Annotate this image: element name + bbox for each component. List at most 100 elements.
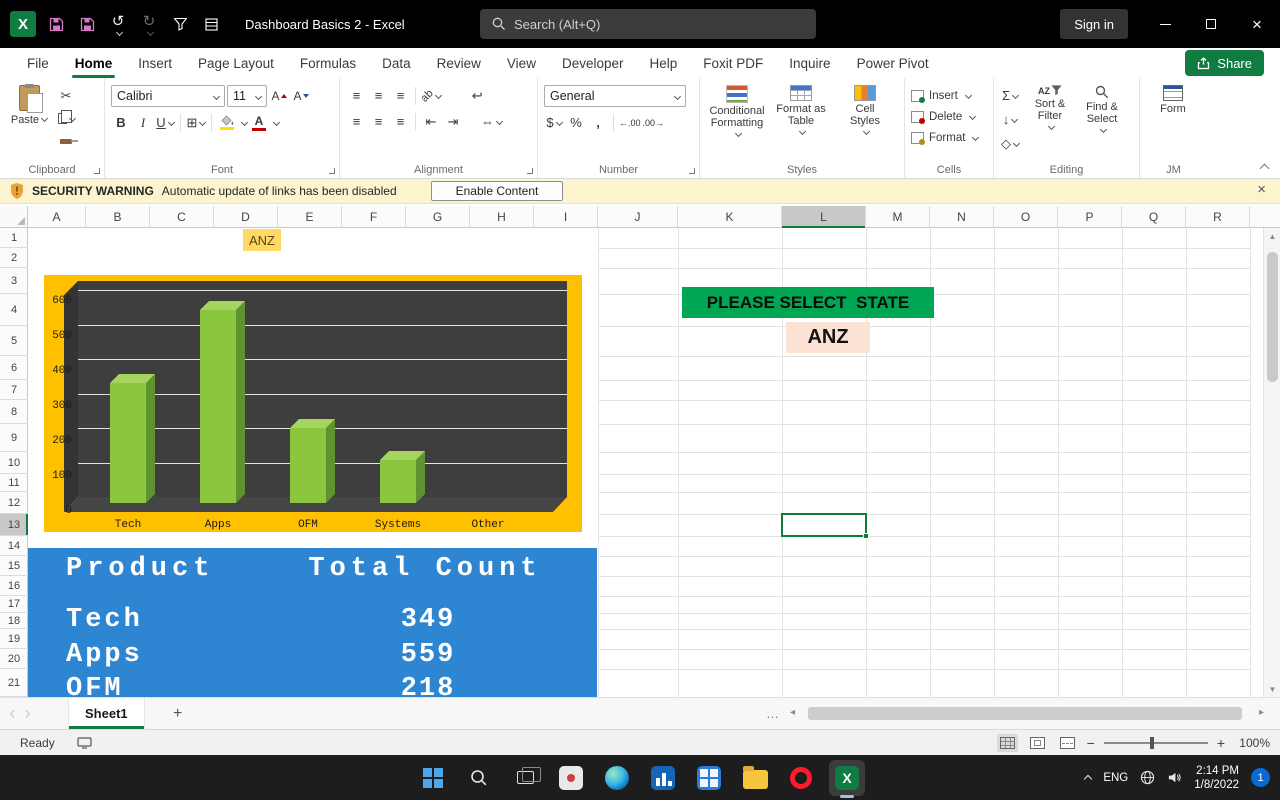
language-indicator[interactable]: ENG (1103, 772, 1128, 784)
horizontal-scrollbar[interactable]: ◂ ▸ (790, 704, 1272, 724)
column-header-B[interactable]: B (86, 206, 150, 228)
row-header-13[interactable]: 13 (0, 514, 28, 536)
tab-developer[interactable]: Developer (549, 48, 637, 78)
row-header-9[interactable]: 9 (0, 424, 28, 452)
zoom-level[interactable]: 100% (1234, 736, 1270, 750)
fill-color-button[interactable] (217, 112, 237, 133)
taskbar-search-button[interactable] (461, 760, 497, 796)
row-header-21[interactable]: 21 (0, 669, 28, 697)
column-header-A[interactable]: A (28, 206, 86, 228)
column-header-I[interactable]: I (534, 206, 598, 228)
chart-bar-ofm[interactable] (290, 428, 326, 503)
select-all-corner[interactable] (0, 206, 28, 228)
redo-button[interactable]: ↻ (138, 13, 160, 35)
chart-bar-apps[interactable] (200, 310, 236, 503)
row-header-2[interactable]: 2 (0, 248, 28, 268)
chart-bar-systems[interactable] (380, 460, 416, 503)
format-cells-button[interactable]: Format (911, 127, 978, 148)
clipboard-dialog-launcher[interactable] (94, 168, 100, 174)
merge-center-button[interactable]: ⇔ (481, 111, 502, 132)
zoom-in-button[interactable]: + (1217, 735, 1225, 751)
autosum-button[interactable]: Σ (1000, 85, 1020, 106)
save-as-button[interactable] (76, 13, 98, 35)
column-header-F[interactable]: F (342, 206, 406, 228)
start-button[interactable] (415, 760, 451, 796)
column-header-M[interactable]: M (866, 206, 930, 228)
tab-insert[interactable]: Insert (125, 48, 185, 78)
column-header-R[interactable]: R (1186, 206, 1250, 228)
row-header-4[interactable]: 4 (0, 294, 28, 326)
column-header-N[interactable]: N (930, 206, 994, 228)
percent-style-button[interactable]: % (566, 112, 586, 133)
increase-indent-button[interactable]: ⇥ (443, 111, 463, 132)
row-header-16[interactable]: 16 (0, 576, 28, 596)
format-painter-button[interactable] (56, 131, 76, 152)
italic-button[interactable]: I (133, 112, 153, 133)
find-select-button[interactable]: Find & Select (1076, 85, 1128, 160)
sort-filter-button[interactable]: AZ Sort & Filter (1024, 85, 1076, 160)
notification-badge[interactable]: 1 (1251, 768, 1270, 787)
row-header-6[interactable]: 6 (0, 356, 28, 380)
sheet-tab-sheet1[interactable]: Sheet1 (68, 698, 145, 729)
font-dialog-launcher[interactable] (329, 168, 335, 174)
tray-expand-icon[interactable] (1085, 769, 1091, 787)
column-header-P[interactable]: P (1058, 206, 1122, 228)
edge-button[interactable] (599, 760, 635, 796)
column-header-K[interactable]: K (678, 206, 782, 228)
delete-cells-button[interactable]: Delete (911, 106, 975, 127)
form-button[interactable]: Form (1146, 85, 1200, 115)
cell-styles-button[interactable]: Cell Styles (834, 85, 896, 160)
wrap-text-button[interactable]: ↩ (467, 85, 487, 106)
row-header-14[interactable]: 14 (0, 536, 28, 556)
row-header-1[interactable]: 1 (0, 228, 28, 248)
zoom-slider[interactable] (1104, 742, 1208, 744)
scroll-down-icon[interactable]: ▼ (1264, 681, 1280, 697)
row-header-11[interactable]: 11 (0, 474, 28, 492)
maximize-button[interactable] (1188, 0, 1234, 48)
undo-button[interactable]: ↺ (107, 13, 129, 35)
tab-help[interactable]: Help (637, 48, 691, 78)
row-header-17[interactable]: 17 (0, 596, 28, 613)
column-header-Q[interactable]: Q (1122, 206, 1186, 228)
excel-taskbar-button[interactable] (829, 760, 865, 796)
search-box[interactable]: Search (Alt+Q) (480, 9, 816, 39)
sheet-nav-right-icon[interactable] (12, 711, 40, 717)
accessibility-icon[interactable] (77, 737, 92, 749)
bold-button[interactable]: B (111, 112, 131, 133)
zoom-out-button[interactable]: − (1087, 735, 1095, 751)
scroll-up-icon[interactable]: ▲ (1264, 228, 1280, 244)
row-header-7[interactable]: 7 (0, 380, 28, 400)
tab-review[interactable]: Review (424, 48, 494, 78)
tab-inquire[interactable]: Inquire (776, 48, 843, 78)
paste-button[interactable]: Paste (6, 85, 52, 152)
cut-button[interactable]: ✂ (56, 85, 76, 106)
align-left-button[interactable]: ≡ (346, 111, 366, 132)
minimize-button[interactable] (1142, 0, 1188, 48)
taskbar-app-button-1[interactable] (553, 760, 589, 796)
column-header-E[interactable]: E (278, 206, 342, 228)
align-middle-button[interactable]: ≡ (368, 85, 388, 106)
column-header-H[interactable]: H (470, 206, 534, 228)
tab-file[interactable]: File (14, 48, 62, 78)
close-button[interactable]: × (1234, 0, 1280, 48)
grow-font-button[interactable]: A (269, 86, 289, 107)
active-cell-selection[interactable] (781, 513, 867, 537)
tab-view[interactable]: View (494, 48, 549, 78)
font-name-select[interactable]: Calibri (111, 85, 225, 107)
zoom-slider-thumb[interactable] (1150, 737, 1154, 749)
align-center-button[interactable]: ≡ (368, 111, 388, 132)
font-size-select[interactable]: 11 (227, 85, 267, 107)
filter-button[interactable] (169, 13, 191, 35)
tab-power-pivot[interactable]: Power Pivot (844, 48, 942, 78)
format-as-table-button[interactable]: Format as Table (770, 85, 832, 160)
insert-cells-button[interactable]: Insert (911, 85, 971, 106)
tab-foxit-pdf[interactable]: Foxit PDF (690, 48, 776, 78)
scroll-left-icon[interactable]: ◂ (790, 707, 795, 718)
copy-button[interactable] (56, 108, 76, 129)
horizontal-scroll-thumb[interactable] (808, 707, 1242, 720)
comma-style-button[interactable]: , (588, 112, 608, 133)
sign-in-button[interactable]: Sign in (1060, 9, 1128, 39)
tab-page-layout[interactable]: Page Layout (185, 48, 287, 78)
share-button[interactable]: Share (1185, 50, 1264, 76)
enable-content-button[interactable]: Enable Content (431, 181, 564, 201)
